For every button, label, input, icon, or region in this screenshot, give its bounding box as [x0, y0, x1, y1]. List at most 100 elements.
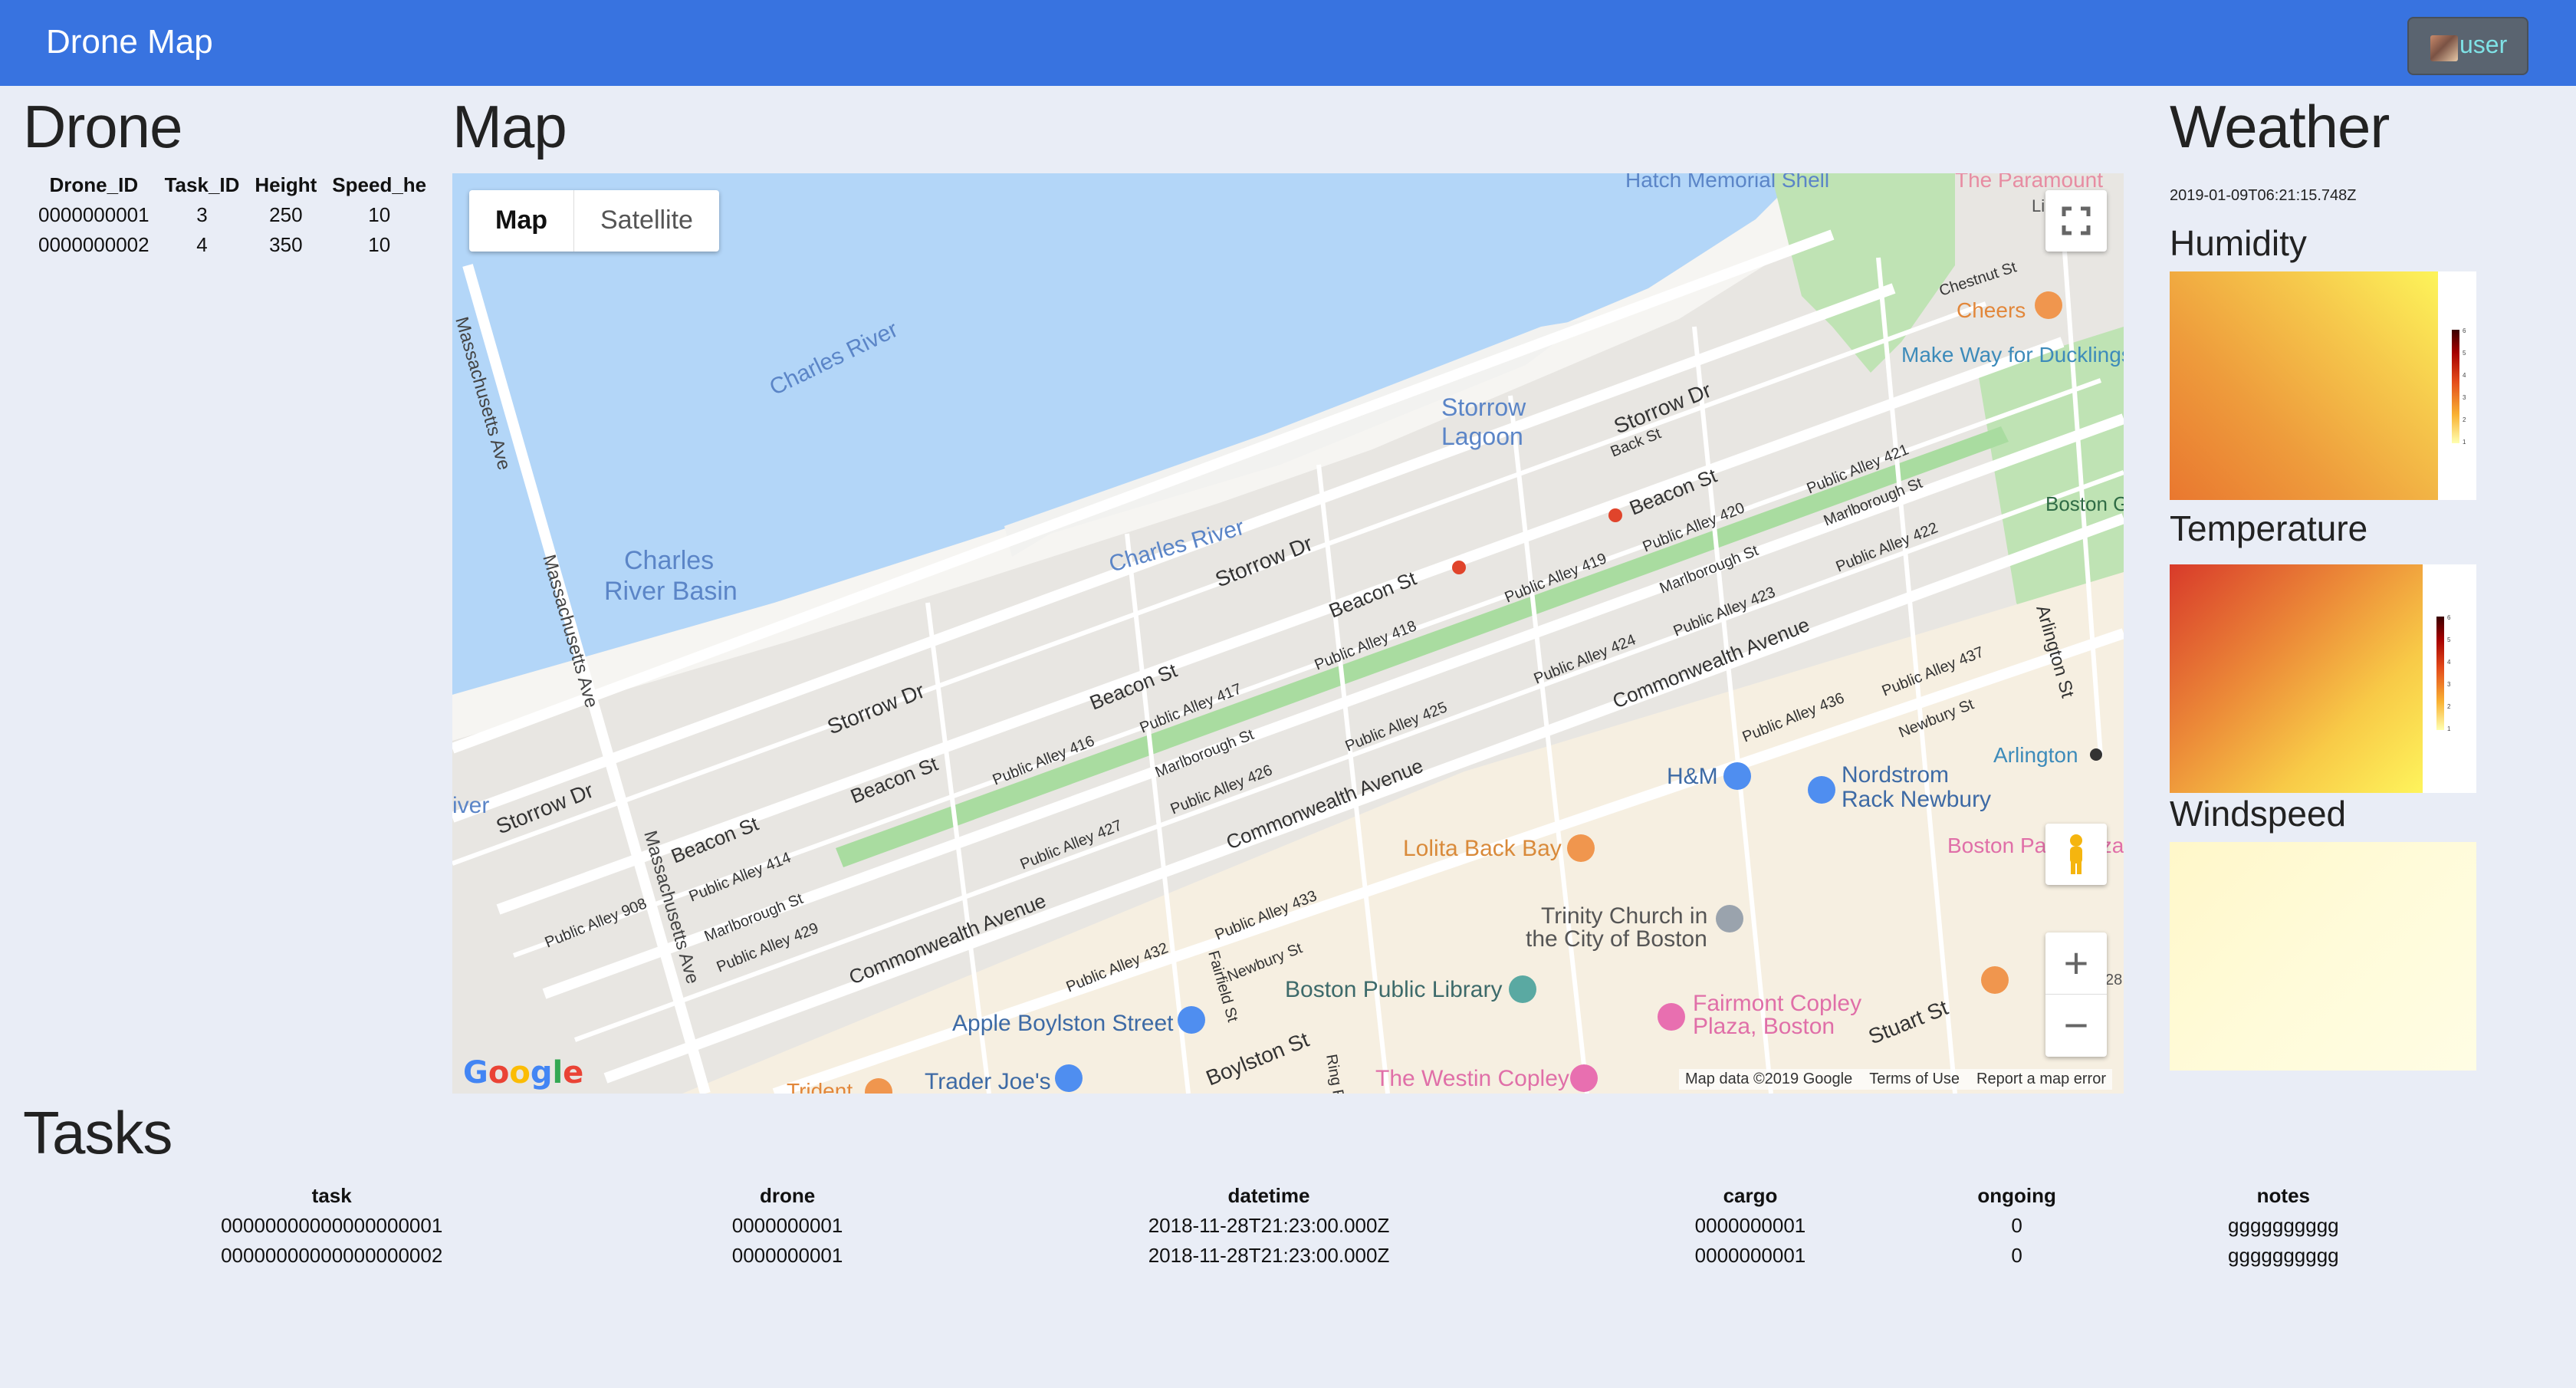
map-label: Cheers — [1957, 298, 2026, 322]
table-row: 0000000001 3 250 10 — [31, 200, 434, 230]
map-data-credit: Map data ©2019 Google — [1685, 1071, 1853, 1087]
table-cell: 00000000000000000001 — [221, 1214, 443, 1237]
colorbar-tick: 2 — [2463, 416, 2466, 423]
map-label: Trident — [787, 1079, 853, 1094]
colorbar-tick: 1 — [2463, 439, 2466, 446]
tasks-title: Tasks — [23, 1099, 172, 1166]
map-canvas[interactable]: Hatch Memorial Shell The Paramount Charl… — [452, 173, 2124, 1094]
column-header: Drone_ID — [49, 173, 139, 196]
column-header: Speed_he — [332, 173, 427, 196]
table-cell: 0000000001 — [1694, 1244, 1806, 1267]
map-label: Trinity Church in — [1541, 903, 1707, 929]
table-cell: 250 — [269, 203, 303, 226]
shopping-pin-icon[interactable] — [1178, 1006, 1205, 1034]
map-label: The Westin Copley — [1375, 1066, 1569, 1091]
fullscreen-button[interactable] — [2045, 190, 2107, 252]
grocery-pin-icon[interactable] — [1055, 1064, 1083, 1092]
colorbar-tick: 4 — [2463, 372, 2466, 379]
tasks-table-header: task drone datetime cargo ongoing notes — [31, 1181, 2438, 1211]
map-label: Nordstrom — [1842, 762, 1949, 788]
map-label: Storrow — [1441, 393, 1526, 421]
map-label: Rack Newbury — [1842, 787, 1991, 812]
hotel-pin-icon[interactable] — [1570, 1064, 1598, 1092]
table-cell: 0000000001 — [731, 1214, 843, 1237]
drone-marker[interactable] — [1608, 508, 1622, 522]
map-title: Map — [452, 93, 567, 160]
table-cell: 2018-11-28T21:23:00.000Z — [1148, 1244, 1390, 1267]
table-cell: 2018-11-28T21:23:00.000Z — [1148, 1214, 1390, 1237]
library-pin-icon[interactable] — [1509, 975, 1536, 1003]
zoom-in-button[interactable]: + — [2045, 932, 2107, 995]
map-type-control: Map Satellite — [469, 190, 719, 252]
humidity-colorbar — [2452, 330, 2459, 443]
report-map-error-link[interactable]: Report a map error — [1976, 1071, 2106, 1088]
zoom-out-button[interactable]: − — [2045, 995, 2107, 1056]
colorbar-tick: 5 — [2447, 636, 2451, 643]
terms-of-use-link[interactable]: Terms of Use — [1869, 1071, 1960, 1088]
map-label: Boston Public Library — [1285, 977, 1502, 1002]
google-logo-letter: G — [463, 1055, 488, 1090]
column-header: drone — [759, 1184, 816, 1207]
table-cell: 0000000001 — [1694, 1214, 1806, 1237]
drone-table-header: Drone_ID Task_ID Height Speed_he — [31, 173, 434, 200]
table-cell: 350 — [269, 233, 303, 256]
map-label: The Paramount — [1955, 173, 2103, 192]
church-pin-icon[interactable] — [1716, 905, 1743, 932]
colorbar-tick: 6 — [2447, 614, 2451, 621]
windspeed-title: Windspeed — [2170, 794, 2347, 834]
table-cell: 3 — [196, 203, 208, 226]
column-header: Height — [255, 173, 317, 196]
temperature-heatmap-image — [2170, 564, 2423, 793]
map-label: Arlington — [1993, 743, 2078, 767]
column-header: datetime — [1227, 1184, 1310, 1207]
drone-table-wrapper: Drone_ID Task_ID Height Speed_he 0000000… — [31, 173, 454, 273]
table-cell: 10 — [368, 203, 391, 226]
google-logo-letter: e — [563, 1055, 584, 1090]
user-menu-button[interactable]: user — [2407, 17, 2528, 75]
humidity-heatmap: 6 5 4 3 2 1 — [2170, 271, 2476, 500]
transit-station-icon[interactable] — [2090, 748, 2102, 761]
colorbar-tick: 6 — [2463, 327, 2466, 334]
colorbar-tick: 5 — [2463, 350, 2466, 357]
map-type-satellite-button[interactable]: Satellite — [574, 190, 719, 252]
google-map[interactable]: Hatch Memorial Shell The Paramount Charl… — [452, 173, 2124, 1094]
table-cell: 10 — [368, 233, 391, 256]
drone-table: Drone_ID Task_ID Height Speed_he 0000000… — [31, 173, 434, 260]
map-type-map-button[interactable]: Map — [469, 190, 574, 252]
street-view-pegman-button[interactable] — [2045, 824, 2107, 885]
shopping-pin-icon[interactable] — [1808, 776, 1835, 804]
brand-title[interactable]: Drone Map — [46, 23, 213, 61]
map-label: Public Alley 424 — [1532, 631, 1638, 687]
google-logo-letter: o — [488, 1055, 510, 1090]
restaurant-pin-icon[interactable] — [1567, 834, 1595, 862]
hotel-pin-icon[interactable] — [1658, 1003, 1685, 1031]
table-row: 0000000002 4 350 10 — [31, 230, 434, 260]
pegman-icon — [2070, 834, 2082, 874]
map-label: Charles — [624, 546, 714, 575]
table-cell: 0000000001 — [38, 203, 150, 226]
drone-marker[interactable] — [1452, 561, 1466, 574]
restaurant-pin-icon[interactable] — [1981, 966, 2009, 994]
restaurant-pin-icon[interactable] — [2035, 291, 2062, 319]
column-header: Task_ID — [164, 173, 240, 196]
map-label: 28 — [2105, 972, 2122, 988]
weather-timestamp: 2019-01-09T06:21:15.748Z — [2170, 187, 2357, 204]
colorbar-tick: 2 — [2447, 703, 2451, 710]
table-row: 00000000000000000001 0000000001 2018-11-… — [31, 1211, 2438, 1241]
google-logo-letter: l — [552, 1055, 564, 1090]
map-label: Lolita Back Bay — [1403, 836, 1562, 861]
colorbar-tick: 1 — [2447, 725, 2451, 732]
table-cell: 0 — [2011, 1244, 2022, 1267]
colorbar-tick: 3 — [2463, 394, 2466, 401]
colorbar-tick: 4 — [2447, 659, 2451, 666]
google-logo-letter: g — [530, 1055, 553, 1090]
shopping-pin-icon[interactable] — [1723, 762, 1751, 790]
column-header: task — [311, 1184, 352, 1207]
colorbar-tick: 3 — [2447, 681, 2451, 688]
column-header: cargo — [1723, 1184, 1778, 1207]
map-label: Lagoon — [1441, 423, 1523, 450]
navbar: Drone Map user — [0, 0, 2576, 86]
humidity-heatmap-image — [2170, 271, 2438, 500]
google-logo[interactable]: Google — [463, 1055, 583, 1090]
temperature-colorbar — [2436, 617, 2444, 730]
